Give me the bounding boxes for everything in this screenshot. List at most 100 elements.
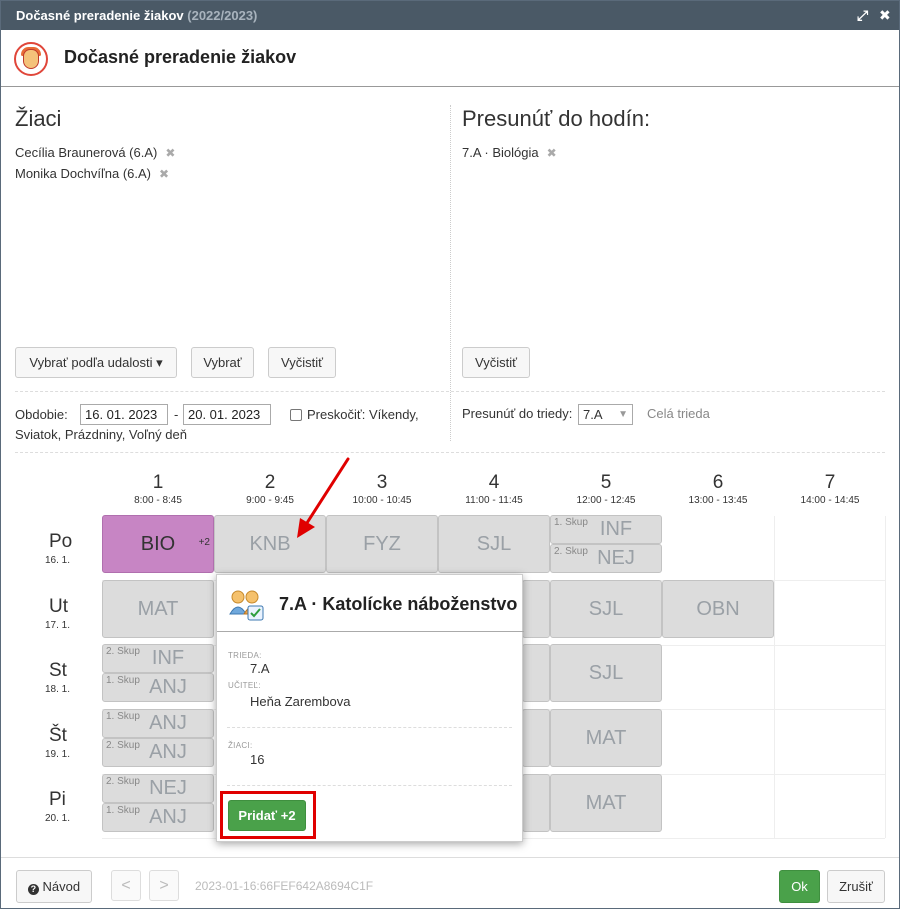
close-icon[interactable]: ✖ (879, 1, 891, 30)
lesson-subject: SJL (588, 598, 624, 620)
period-number: 1 (152, 472, 164, 493)
lesson-cell-group[interactable]: 2. Skup ANJ (102, 738, 214, 767)
lesson-subject: FYZ (363, 533, 401, 555)
day-date: 19. 1. (45, 749, 71, 760)
lesson-cell-group[interactable]: 2. Skup INF (102, 644, 214, 673)
lesson-cell[interactable] (522, 580, 550, 638)
lesson-subject: MAT (585, 792, 627, 814)
lesson-subject: ANJ (149, 676, 187, 698)
lesson-subject: ANJ (149, 806, 187, 828)
teacher-field-label: UČITEĽ: (228, 681, 261, 690)
student-move-icon (14, 42, 48, 76)
lesson-cell-group[interactable]: 2. Skup NEJ (550, 544, 662, 573)
lesson-cell[interactable]: MAT (550, 709, 662, 767)
lesson-cell[interactable]: MAT (102, 580, 214, 638)
extra-students-badge: +2 (198, 537, 210, 548)
select-button[interactable]: Vybrať (191, 347, 254, 378)
lesson-subject: ANJ (149, 712, 187, 734)
lesson-cell-group[interactable]: 1. Skup ANJ (102, 673, 214, 702)
ok-button[interactable]: Ok (779, 870, 820, 903)
chevron-down-icon: ▼ (618, 409, 628, 420)
lesson-cell-selected[interactable]: BIO +2 (102, 515, 214, 573)
lesson-subject: BIO (140, 533, 176, 555)
period-time: 12:00 - 12:45 (576, 495, 636, 506)
dialog-header: Dočasné preradenie žiakov (1, 30, 899, 87)
prev-button[interactable]: < (111, 870, 141, 901)
select-by-event-button[interactable]: Vybrať podľa udalosti ▾ (15, 347, 177, 378)
period-number: 5 (600, 472, 612, 493)
day-date: 17. 1. (45, 620, 71, 631)
grid-line (885, 516, 886, 838)
lesson-cell-group[interactable]: 1. Skup ANJ (102, 709, 214, 738)
skip-label-cont: Sviatok, Prázdniny, Voľný deň (15, 427, 187, 442)
divider (227, 785, 512, 786)
cancel-button[interactable]: Zrušiť (827, 870, 885, 903)
lesson-cell[interactable]: SJL (550, 580, 662, 638)
day-name: Pi (49, 789, 66, 810)
divider (217, 631, 524, 632)
class-field-label: TRIEDA: (228, 651, 262, 660)
lesson-cell-group[interactable]: 2. Skup NEJ (102, 774, 214, 803)
session-token: 2023-01-16:66FEF642A8694C1F (195, 879, 374, 893)
lesson-cell[interactable]: SJL (550, 644, 662, 702)
move-class-label: Presunúť do triedy: (462, 406, 573, 421)
help-button[interactable]: ? Návod (16, 870, 92, 903)
period-number: 4 (488, 472, 500, 493)
next-button[interactable]: > (149, 870, 179, 901)
date-to-input[interactable]: 20. 01. 2023 (183, 404, 271, 425)
clear-students-button[interactable]: Vyčistiť (268, 347, 336, 378)
clear-lessons-button[interactable]: Vyčistiť (462, 347, 530, 378)
remove-icon[interactable]: ✖ (165, 146, 175, 160)
lesson-subject: KNB (249, 533, 291, 555)
lesson-subject: NEJ (597, 547, 635, 569)
day-name: Št (49, 725, 67, 746)
class-field-value: 7.A (250, 661, 270, 676)
period-header-4: 4 11:00 - 11:45 (438, 472, 550, 506)
students-field-label: ŽIACI: (228, 741, 253, 750)
lesson-cell[interactable]: OBN (662, 580, 774, 638)
skip-label: Preskočiť: Víkendy, (307, 407, 419, 422)
day-name: St (49, 660, 67, 681)
lesson-chip-label: 7.A · Biológia (462, 145, 539, 160)
date-separator: - (174, 407, 179, 422)
page-title: Dočasné preradenie žiakov (64, 47, 297, 67)
lesson-subject: INF (151, 647, 185, 669)
period-header-6: 6 13:00 - 13:45 (662, 472, 774, 506)
date-from-input[interactable]: 16. 01. 2023 (80, 404, 168, 425)
period-time: 13:00 - 13:45 (688, 495, 748, 506)
day-name: Ut (49, 596, 68, 617)
move-to-title: Presunúť do hodín: (462, 106, 651, 131)
dialog-window: Dočasné preradenie žiakov (2022/2023) ⤢ … (0, 0, 900, 909)
lesson-chip: 7.A · Biológia ✖ (462, 145, 557, 160)
period-header-5: 5 12:00 - 12:45 (550, 472, 662, 506)
lesson-cell-group[interactable]: 1. Skup INF (550, 515, 662, 544)
lesson-cell[interactable]: SJL (438, 515, 550, 573)
student-name: Cecília Braunerová (6.A) (15, 145, 158, 160)
maximize-icon[interactable]: ⤢ (857, 1, 868, 30)
lesson-cell-group[interactable]: 1. Skup ANJ (102, 803, 214, 832)
remove-icon[interactable]: ✖ (547, 146, 557, 160)
day-date: 18. 1. (45, 684, 71, 695)
divider (15, 391, 885, 392)
highlight-box (220, 791, 316, 839)
period-time: 11:00 - 11:45 (465, 495, 523, 506)
lesson-subject: MAT (585, 727, 627, 749)
lesson-subject: MAT (137, 598, 179, 620)
period-header-7: 7 14:00 - 14:45 (774, 472, 886, 506)
lesson-cell[interactable] (522, 709, 550, 767)
remove-icon[interactable]: ✖ (159, 167, 169, 181)
period-number: 7 (824, 472, 836, 493)
whole-class-link[interactable]: Celá trieda (647, 406, 710, 421)
title-bar: Dočasné preradenie žiakov (2022/2023) ⤢ … (1, 1, 899, 30)
day-name: Po (49, 531, 73, 552)
skip-checkbox[interactable] (290, 409, 302, 421)
student-name: Monika Dochvíľna (6.A) (15, 166, 152, 181)
period-time: 14:00 - 14:45 (800, 495, 860, 506)
lesson-cell[interactable] (522, 774, 550, 832)
period-label: Obdobie: (15, 407, 68, 422)
lesson-cell[interactable] (522, 644, 550, 702)
student-chip: Cecília Braunerová (6.A) ✖ (15, 145, 175, 160)
class-select[interactable]: 7.A ▼ (578, 404, 633, 425)
period-time: 8:00 - 8:45 (134, 495, 182, 506)
lesson-cell[interactable]: MAT (550, 774, 662, 832)
